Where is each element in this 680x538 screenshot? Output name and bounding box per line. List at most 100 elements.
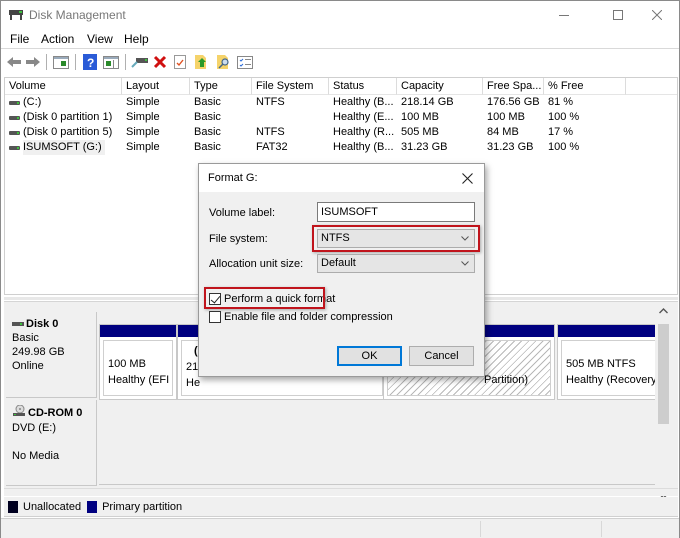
cell-percent-free: 100 % xyxy=(548,141,580,153)
checkbox-unchecked[interactable] xyxy=(209,311,221,323)
file-system-highlight xyxy=(312,225,480,252)
disk-0-label[interactable]: Disk 0 Basic 249.98 GB Online xyxy=(6,312,97,398)
menu-bar: File Action View Help xyxy=(1,29,679,49)
format-dialog: Format G: Volume label: File system: NTF… xyxy=(198,163,485,377)
table-row[interactable]: (Disk 0 partition 1) Simple Basic Health… xyxy=(5,110,605,125)
ok-button[interactable]: OK xyxy=(337,346,402,366)
cell-file-system: NTFS xyxy=(256,96,285,108)
close-icon xyxy=(461,172,473,184)
folder-search-icon[interactable] xyxy=(215,53,233,71)
chevron-down-icon xyxy=(461,255,469,272)
cell-layout: Simple xyxy=(126,111,160,123)
column-header-volume[interactable]: Volume xyxy=(5,78,122,95)
cancel-button[interactable]: Cancel xyxy=(409,346,474,366)
status-separator xyxy=(480,521,481,537)
menu-view[interactable]: View xyxy=(87,32,113,46)
cell-percent-free: 17 % xyxy=(548,126,574,138)
checklist-icon[interactable] xyxy=(236,53,254,71)
disk-name: CD-ROM 0 xyxy=(28,407,83,419)
menu-file[interactable]: File xyxy=(10,32,29,46)
partition-info: 100 MB Healthy (EFI S xyxy=(103,340,173,396)
file-system-label: File system: xyxy=(209,233,268,245)
compression-checkbox[interactable]: Enable file and folder compression xyxy=(209,310,393,324)
disk-management-app-icon xyxy=(8,8,24,21)
partition-status: Partition) xyxy=(484,374,529,386)
partition-efi[interactable]: 100 MB Healthy (EFI S xyxy=(99,324,177,400)
help-icon[interactable]: ? xyxy=(81,53,99,71)
column-header-empty xyxy=(626,78,677,95)
cell-percent-free: 81 % xyxy=(548,96,574,108)
unallocated-swatch xyxy=(8,500,18,513)
partition-size: 505 MB NTFS xyxy=(566,358,636,370)
primary-partition-bar xyxy=(558,325,660,337)
column-header-free-space[interactable]: Free Spa... xyxy=(483,78,544,95)
primary-partition-swatch xyxy=(87,500,98,513)
dialog-title-bar: Format G: xyxy=(199,164,484,192)
toolbar-separator xyxy=(125,54,126,70)
volume-icon xyxy=(9,131,20,135)
cdrom-0-label[interactable]: CD-ROM 0 DVD (E:) No Media xyxy=(6,400,97,486)
properties-icon[interactable] xyxy=(171,53,189,71)
table-row[interactable]: (C:) Simple Basic NTFS Healthy (B... 218… xyxy=(5,95,605,110)
cell-status: Healthy (R... xyxy=(333,126,395,138)
connect-drive-icon[interactable] xyxy=(131,53,149,71)
folder-up-icon[interactable] xyxy=(193,53,211,71)
volume-icon xyxy=(9,116,20,120)
delete-icon[interactable] xyxy=(151,53,169,71)
show-hide-console-tree-icon[interactable] xyxy=(52,53,70,71)
partition-status: Healthy (EFI S xyxy=(108,374,173,386)
volume-icon xyxy=(9,146,20,150)
cell-type: Basic xyxy=(194,126,221,138)
status-separator xyxy=(601,521,602,537)
scroll-up-icon[interactable] xyxy=(655,302,672,319)
volume-icon xyxy=(9,101,20,105)
partition-info: 505 MB NTFS Healthy (Recovery I xyxy=(561,340,657,396)
allocation-unit-select[interactable]: Default xyxy=(317,254,475,273)
cell-volume: (Disk 0 partition 1) xyxy=(23,111,113,123)
column-header-layout[interactable]: Layout xyxy=(122,78,190,95)
column-header-status[interactable]: Status xyxy=(329,78,397,95)
cell-volume: ISUMSOFT (G:) xyxy=(23,140,105,155)
compression-label: Enable file and folder compression xyxy=(224,311,393,323)
cell-layout: Simple xyxy=(126,126,160,138)
column-header-file-system[interactable]: File System xyxy=(252,78,329,95)
cell-status: Healthy (B... xyxy=(333,96,394,108)
volume-label-input[interactable] xyxy=(317,202,475,222)
hard-disk-icon xyxy=(12,317,24,331)
cell-file-system: FAT32 xyxy=(256,141,288,153)
scrollbar-thumb[interactable] xyxy=(658,324,669,424)
cell-free-space: 100 MB xyxy=(487,111,525,123)
partition-status: Healthy (Recovery I xyxy=(566,374,657,386)
volume-label-label: Volume label: xyxy=(209,207,276,219)
cdrom-0-area xyxy=(99,400,655,485)
vertical-scrollbar[interactable] xyxy=(655,302,672,499)
minimize-button[interactable] xyxy=(541,1,587,29)
cell-type: Basic xyxy=(194,96,221,108)
cell-volume: (C:) xyxy=(23,96,42,108)
table-row-selected[interactable]: ISUMSOFT (G:) Simple Basic FAT32 Healthy… xyxy=(5,140,605,155)
allocation-unit-value: Default xyxy=(321,257,356,269)
menu-help[interactable]: Help xyxy=(124,32,149,46)
dialog-close-button[interactable] xyxy=(456,167,478,189)
table-row[interactable]: (Disk 0 partition 5) Simple Basic NTFS H… xyxy=(5,125,605,140)
title-bar: Disk Management xyxy=(1,1,679,29)
show-hide-action-pane-icon[interactable] xyxy=(102,53,120,71)
menu-action[interactable]: Action xyxy=(41,32,74,46)
toolbar-separator xyxy=(75,54,76,70)
partition-recovery[interactable]: 505 MB NTFS Healthy (Recovery I xyxy=(557,324,661,400)
column-header-percent-free[interactable]: % Free xyxy=(544,78,626,95)
close-button[interactable] xyxy=(634,1,680,29)
disk-management-window: Disk Management File Action View Help ? xyxy=(0,0,680,538)
toolbar: ? xyxy=(1,49,679,75)
svg-text:?: ? xyxy=(87,56,94,70)
disk-type: Basic xyxy=(12,332,39,344)
column-header-capacity[interactable]: Capacity xyxy=(397,78,483,95)
back-arrow-icon[interactable] xyxy=(5,53,23,71)
cell-layout: Simple xyxy=(126,96,160,108)
horizontal-scrollbar[interactable] xyxy=(4,488,678,496)
forward-arrow-icon[interactable] xyxy=(24,53,42,71)
cell-free-space: 176.56 GB xyxy=(487,96,540,108)
cell-type: Basic xyxy=(194,111,221,123)
column-header-type[interactable]: Type xyxy=(190,78,252,95)
cell-layout: Simple xyxy=(126,141,160,153)
